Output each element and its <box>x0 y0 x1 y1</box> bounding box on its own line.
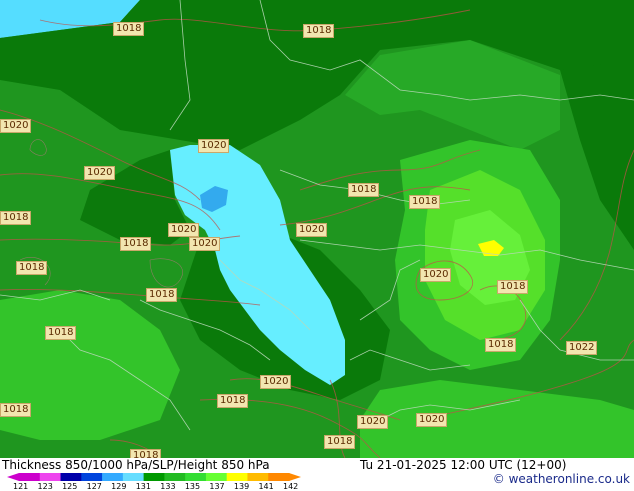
weather-map-view: { "footer": { "title": "Thickness 850/10… <box>0 0 634 491</box>
scale-arrow-right <box>289 473 301 481</box>
scale-swatch <box>247 473 269 481</box>
isobar-label: 1018 <box>485 338 517 352</box>
isobar-label: 1018 <box>497 280 529 294</box>
scale-swatch <box>226 473 248 481</box>
map-footer: Thickness 850/1000 hPa/SLP/Height 850 hP… <box>0 458 634 491</box>
isobar-label: 1018 <box>0 403 32 417</box>
isobar-label: 1020 <box>296 223 328 237</box>
scale-swatch <box>122 473 145 481</box>
isobar-label: 1018 <box>303 24 335 38</box>
isobar-label: 1022 <box>566 341 598 355</box>
scale-swatch <box>39 473 62 481</box>
isobar-label: 1018 <box>324 435 356 449</box>
isobar-label: 1018 <box>16 261 48 275</box>
scale-swatch <box>205 473 228 481</box>
isobar-label: 1018 <box>120 237 152 251</box>
isobar-label: 1018 <box>348 183 380 197</box>
isobar-label: 1020 <box>0 119 32 133</box>
isobar-label: 1020 <box>416 413 448 427</box>
scale-swatch <box>143 473 165 481</box>
scale-swatch <box>164 473 186 481</box>
scale-swatch <box>185 473 207 481</box>
isobar-label: 1018 <box>0 211 32 225</box>
scale-swatch <box>60 473 82 481</box>
valid-time: Tu 21-01-2025 12:00 UTC (12+00) <box>360 458 567 472</box>
scale-swatch <box>19 473 41 481</box>
isobar-label: 1018 <box>146 288 178 302</box>
isobar-label: 1020 <box>198 139 230 153</box>
isobar-label: 1018 <box>113 22 145 36</box>
isobar-label: 1020 <box>420 268 452 282</box>
isobar-label: 1018 <box>409 195 441 209</box>
scale-arrow-left <box>7 473 19 481</box>
isobar-label: 1018 <box>45 326 77 340</box>
isobar-label: 1020 <box>168 223 200 237</box>
copyright-credit[interactable]: © weatheronline.co.uk <box>493 472 630 486</box>
isobar-label: 1020 <box>84 166 116 180</box>
scale-swatch <box>102 473 124 481</box>
isobar-label: 1020 <box>357 415 389 429</box>
isobar-label: 1018 <box>217 394 249 408</box>
scale-swatch <box>268 473 290 481</box>
scale-swatch <box>81 473 103 481</box>
color-scale-bar <box>7 473 301 481</box>
map-title: Thickness 850/1000 hPa/SLP/Height 850 hP… <box>2 458 270 472</box>
isobar-label: 1020 <box>260 375 292 389</box>
isobar-label: 1020 <box>189 237 221 251</box>
